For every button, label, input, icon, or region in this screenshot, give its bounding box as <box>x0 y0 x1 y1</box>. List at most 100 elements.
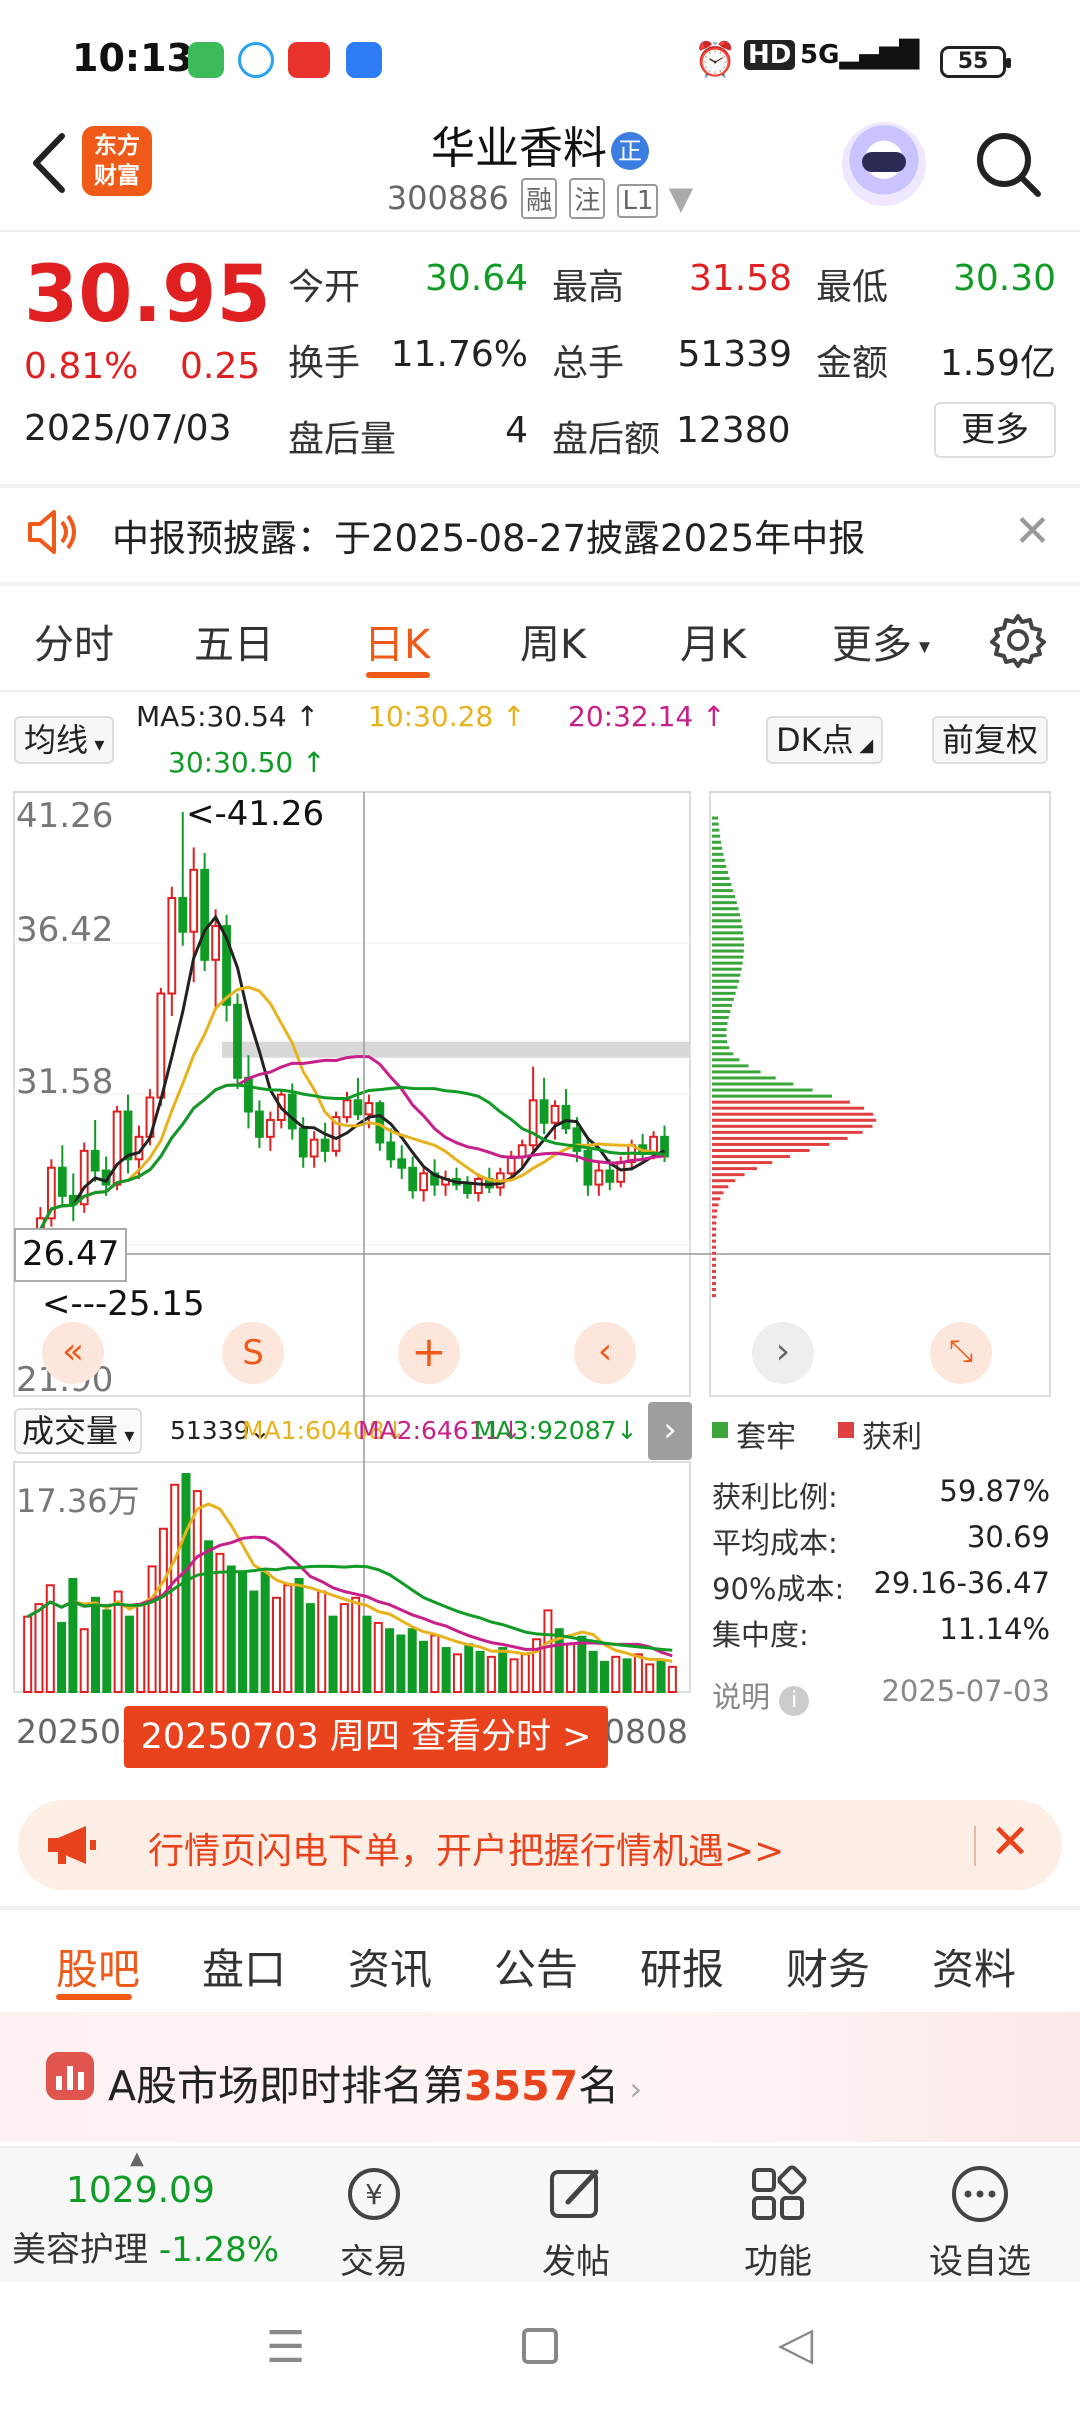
candle <box>57 1166 67 1197</box>
volume-bar <box>124 1615 134 1694</box>
volume-bar <box>622 1658 632 1693</box>
chip-bar <box>712 1269 717 1273</box>
amount-label: 金额 <box>816 343 889 384</box>
tab-guba[interactable]: 股吧 <box>56 1936 140 1997</box>
candle <box>200 868 210 961</box>
fq-button[interactable]: 前复权 <box>932 716 1049 764</box>
index-value[interactable]: 1029.09 <box>66 2170 215 2211</box>
tab-underline <box>366 672 430 678</box>
volume-bar <box>486 1655 496 1694</box>
candle <box>156 992 166 1099</box>
explain-link[interactable]: 说明 i <box>712 1674 810 1716</box>
ma20-value: 20:32.14 ↑ <box>568 700 726 733</box>
chip-bar <box>712 979 739 983</box>
dk-button[interactable]: DK点 ◢ <box>766 716 884 764</box>
index-name[interactable]: 美容护理 -1.28% <box>12 2222 279 2271</box>
tab-profile[interactable]: 资料 <box>932 1936 1016 1997</box>
toutiao-icon <box>288 42 330 78</box>
tab-monthly-k[interactable]: 月K <box>680 612 746 670</box>
tab-finance[interactable]: 财务 <box>786 1936 870 1997</box>
menu-icon[interactable]: ☰ <box>266 2322 305 2373</box>
ma-selector[interactable]: 均线 ▾ <box>14 716 115 764</box>
volume-bar <box>351 1596 361 1694</box>
kline-chart[interactable] <box>0 786 1080 1776</box>
tab-weekly-k[interactable]: 周K <box>520 612 586 670</box>
volume-bar <box>566 1643 576 1694</box>
search-icon[interactable] <box>974 130 1044 200</box>
volume-selector[interactable]: 成交量 ▾ <box>14 1408 143 1454</box>
scroll-left-icon[interactable]: ‹ <box>574 1322 636 1384</box>
chip-bar <box>712 1185 729 1189</box>
tab-daily-k[interactable]: 日K <box>364 612 430 670</box>
expand-arrow-icon[interactable]: › <box>648 1402 692 1460</box>
open-label: 今开 <box>288 267 361 308</box>
volume-bar <box>34 1603 44 1694</box>
divider <box>0 582 1080 586</box>
chip-bar <box>712 1124 873 1128</box>
volume-bar <box>667 1665 677 1693</box>
tab-fenshi[interactable]: 分时 <box>34 612 114 670</box>
promo-close-icon[interactable]: ✕ <box>990 1814 1030 1870</box>
fullscreen-icon[interactable]: ⤡ <box>930 1322 992 1384</box>
watchlist-button[interactable]: 设自选 <box>910 2162 1050 2283</box>
chip-bar <box>712 943 744 947</box>
assistant-robot-icon[interactable] <box>842 122 926 206</box>
tab-pankou[interactable]: 盘口 <box>202 1936 286 1997</box>
chip-bar <box>712 870 728 874</box>
chip-bar <box>712 1233 717 1237</box>
scroll-right-icon[interactable]: › <box>752 1322 814 1384</box>
close-icon[interactable]: ✕ <box>1014 506 1051 557</box>
name-badge: 正 <box>611 132 649 170</box>
volume-bar <box>283 1584 293 1694</box>
chip-bar <box>712 907 739 911</box>
profit-ratio-label: 获利比例: <box>712 1480 838 1514</box>
volume-bar <box>543 1609 553 1694</box>
gear-icon[interactable] <box>990 612 1046 668</box>
function-button[interactable]: 功能 <box>708 2162 848 2283</box>
stock-name: 华业香料 <box>431 123 607 174</box>
signal-s-icon[interactable]: S <box>222 1322 284 1384</box>
profit-ratio-value: 59.87% <box>939 1474 1050 1508</box>
change-percent: 0.81% <box>24 346 139 387</box>
chip-bar <box>712 1239 717 1243</box>
tab-wuri[interactable]: 五日 <box>194 612 274 670</box>
chevron-down-icon: ▼ <box>668 179 694 217</box>
home-icon[interactable] <box>522 2328 558 2364</box>
chip-bar <box>712 949 744 953</box>
avg-cost-value: 30.69 <box>966 1520 1050 1554</box>
volume-bar <box>452 1653 462 1693</box>
zoom-in-icon[interactable]: + <box>398 1322 460 1384</box>
candle <box>320 1138 330 1152</box>
high-value: 31.58 <box>688 258 792 299</box>
chip-bar <box>712 1106 865 1110</box>
more-button[interactable]: 更多 <box>934 402 1056 458</box>
date-banner[interactable]: 20250703 周四 查看分时 > <box>124 1706 608 1768</box>
volume-bar <box>475 1650 485 1694</box>
trade-button[interactable]: ¥ 交易 <box>304 2162 444 2283</box>
app-icon <box>346 42 382 78</box>
chip-bar <box>712 1088 813 1092</box>
chip-bar <box>712 822 719 826</box>
chip-bar <box>712 1155 791 1159</box>
chip-bar <box>712 864 727 868</box>
scroll-far-left-icon[interactable]: « <box>42 1322 104 1384</box>
volume-bar <box>192 1490 202 1694</box>
amount-value: 1.59亿 <box>939 343 1056 384</box>
volume-bar <box>68 1577 78 1693</box>
tab-news[interactable]: 资讯 <box>348 1936 432 1997</box>
tab-more[interactable]: 更多 ▾ <box>832 612 930 670</box>
chip-bar <box>712 1100 850 1104</box>
volume-bar <box>215 1552 225 1693</box>
tab-research[interactable]: 研报 <box>640 1936 724 1997</box>
tab-announcements[interactable]: 公告 <box>494 1936 578 1997</box>
post-button[interactable]: 发帖 <box>506 2162 646 2283</box>
volume-bar <box>599 1660 609 1693</box>
chip-bar <box>712 1227 717 1231</box>
volume-bar <box>249 1590 259 1694</box>
candle <box>353 1099 363 1116</box>
back-nav-icon[interactable]: ◁ <box>778 2316 813 2370</box>
volume-label: 总手 <box>552 343 625 384</box>
concentration-value: 11.14% <box>939 1612 1050 1646</box>
chip-bar <box>712 997 734 1001</box>
volume-bar <box>91 1596 101 1694</box>
